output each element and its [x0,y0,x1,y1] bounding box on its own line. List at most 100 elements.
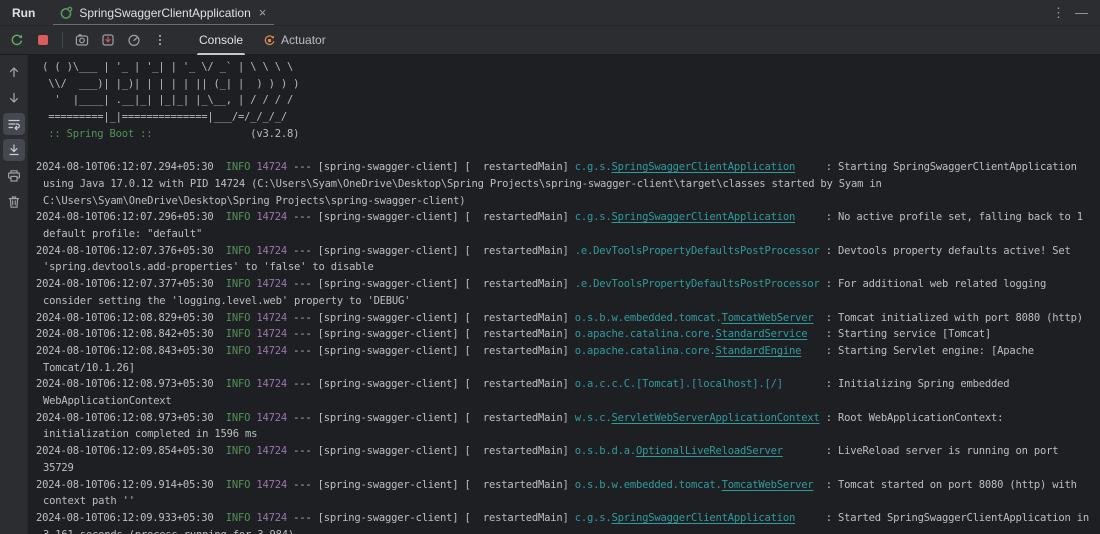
log-pid: 14724 [250,278,287,290]
log-pid: 14724 [250,211,287,223]
toolwindow-title: Run [0,0,49,25]
log-separator: : [783,378,838,390]
log-logger-prefix: o.s.b.d.a. [575,445,636,457]
log-separator: : [795,211,838,223]
log-separator: : [795,512,838,524]
arrow-down-icon [7,91,21,105]
log-logger-link[interactable]: TomcatWebServer [722,479,814,491]
log-logger-link[interactable]: StandardEngine [716,345,802,357]
log-thread: --- [spring-swagger-client] [ restartedM… [287,378,575,390]
log-separator: : [801,345,838,357]
hide-toolwindow-icon[interactable]: — [1075,5,1088,20]
log-pid: 14724 [250,479,287,491]
tab-console-label: Console [199,33,243,47]
log-logger-prefix: .e.DevToolsPropertyDefaultsPostProcessor [575,245,820,257]
console-log-line: 2024-08-10T06:12:07.377+05:30 INFO 14724… [36,276,1092,309]
up-stack-trace-button[interactable] [3,61,25,83]
log-pid: 14724 [250,345,287,357]
log-logger-prefix: o.s.b.w.embedded.tomcat. [575,479,722,491]
log-logger-link[interactable]: SpringSwaggerClientApplication [611,211,795,223]
log-separator: : [820,412,838,424]
more-options-icon[interactable]: ⋮ [1052,5,1065,21]
log-separator: : [813,479,838,491]
tab-actuator-label: Actuator [281,33,326,47]
banner-line: ( ( )\___ | '_ | '_| | '_ \/ _` | \ \ \ … [36,59,1092,76]
more-toolbar-actions-button[interactable] [149,29,171,51]
console-output[interactable]: ( ( )\___ | '_ | '_| | '_ \/ _` | \ \ \ … [28,55,1100,534]
arrow-up-icon [7,65,21,79]
log-logger-prefix: o.s.b.w.embedded.tomcat. [575,312,722,324]
console-log-line: 2024-08-10T06:12:08.843+05:30 INFO 14724… [36,343,1092,376]
log-logger-link[interactable]: SpringSwaggerClientApplication [611,161,795,173]
log-timestamp: 2024-08-10T06:12:07.377+05:30 [36,278,226,290]
console-log-line: 2024-08-10T06:12:08.842+05:30 INFO 14724… [36,326,1092,343]
log-timestamp: 2024-08-10T06:12:08.842+05:30 [36,328,226,340]
run-tab-title: SpringSwaggerClientApplication [79,6,250,20]
log-thread: --- [spring-swagger-client] [ restartedM… [287,345,575,357]
log-level: INFO [226,345,251,357]
update-classes-button[interactable] [123,29,145,51]
clear-all-button[interactable] [3,191,25,213]
scroll-to-end-icon [7,143,21,157]
console-log-line: 2024-08-10T06:12:09.854+05:30 INFO 14724… [36,443,1092,476]
log-logger-prefix: c.g.s. [575,161,612,173]
log-message: Tomcat initialized with port 8080 (http) [838,312,1083,324]
actuator-icon [263,34,276,47]
gauge-icon [127,33,141,47]
soft-wrap-icon [7,117,21,131]
run-config-tab[interactable]: SpringSwaggerClientApplication × [49,0,278,25]
scroll-to-end-button[interactable] [3,139,25,161]
log-thread: --- [spring-swagger-client] [ restartedM… [287,328,575,340]
log-timestamp: 2024-08-10T06:12:08.973+05:30 [36,412,226,424]
log-thread: --- [spring-swagger-client] [ restartedM… [287,161,575,173]
close-tab-icon[interactable]: × [257,5,269,20]
rerun-button[interactable] [6,29,28,51]
log-logger-prefix: o.a.c.c.C.[Tomcat].[localhost].[/] [575,378,783,390]
tab-actuator[interactable]: Actuator [253,26,336,55]
log-pid: 14724 [250,245,287,257]
log-separator: : [820,245,838,257]
console-log-line: 2024-08-10T06:12:08.973+05:30 INFO 14724… [36,376,1092,409]
log-logger-link[interactable]: SpringSwaggerClientApplication [611,512,795,524]
soft-wrap-button[interactable] [3,113,25,135]
log-thread: --- [spring-swagger-client] [ restartedM… [287,412,575,424]
update-application-icon [101,33,115,47]
console-left-toolbar [0,55,28,534]
trash-icon [7,195,21,209]
banner-line: =========|_|==============|___/=/_/_/_/ [36,109,1092,126]
log-thread: --- [spring-swagger-client] [ restartedM… [287,479,575,491]
log-level: INFO [226,512,251,524]
log-thread: --- [spring-swagger-client] [ restartedM… [287,245,575,257]
update-application-button[interactable] [97,29,119,51]
banner-brand-line: :: Spring Boot :: (v3.2.8) [36,126,1092,143]
log-timestamp: 2024-08-10T06:12:07.294+05:30 [36,161,226,173]
toolbar-divider [62,32,63,48]
log-timestamp: 2024-08-10T06:12:07.376+05:30 [36,245,226,257]
log-logger-prefix: c.g.s. [575,512,612,524]
log-thread: --- [spring-swagger-client] [ restartedM… [287,312,575,324]
log-timestamp: 2024-08-10T06:12:07.296+05:30 [36,211,226,223]
spring-boot-run-icon [59,6,73,20]
log-pid: 14724 [250,412,287,424]
thread-dump-button[interactable] [71,29,93,51]
print-button[interactable] [3,165,25,187]
stop-button[interactable] [32,29,54,51]
console-log-line: 2024-08-10T06:12:09.933+05:30 INFO 14724… [36,510,1092,534]
log-timestamp: 2024-08-10T06:12:09.933+05:30 [36,512,226,524]
log-logger-link[interactable]: TomcatWebServer [722,312,814,324]
console-log-line: 2024-08-10T06:12:08.973+05:30 INFO 14724… [36,410,1092,443]
log-separator: : [795,161,838,173]
tab-console-underline [197,53,245,55]
log-level: INFO [226,328,251,340]
log-logger-link[interactable]: StandardService [716,328,808,340]
down-stack-trace-button[interactable] [3,87,25,109]
log-timestamp: 2024-08-10T06:12:09.854+05:30 [36,445,226,457]
console-log-line: 2024-08-10T06:12:07.296+05:30 INFO 14724… [36,209,1092,242]
log-logger-link[interactable]: OptionalLiveReloadServer [636,445,783,457]
log-level: INFO [226,479,251,491]
log-thread: --- [spring-swagger-client] [ restartedM… [287,278,575,290]
log-logger-link[interactable]: ServletWebServerApplicationContext [611,412,819,424]
tab-console[interactable]: Console [189,26,253,55]
console-log-line: 2024-08-10T06:12:07.294+05:30 INFO 14724… [36,159,1092,209]
log-thread: --- [spring-swagger-client] [ restartedM… [287,211,575,223]
